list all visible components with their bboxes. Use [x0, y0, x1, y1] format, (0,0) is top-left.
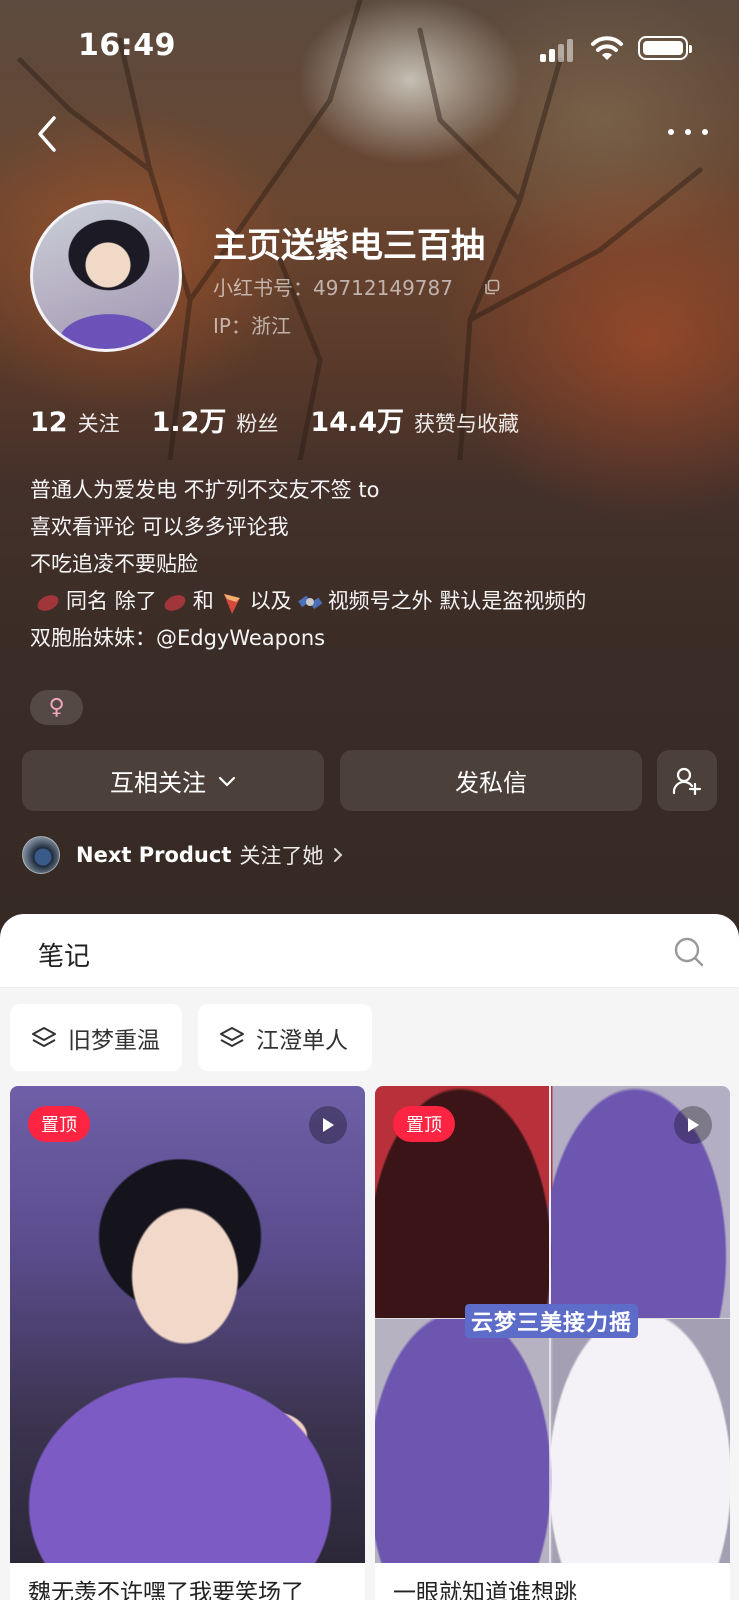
- search-icon[interactable]: [673, 936, 705, 968]
- bio-text: 双胞胎妹妹：: [30, 626, 156, 650]
- message-button[interactable]: 发私信: [340, 750, 642, 811]
- sweet-potato-emoji-icon: [223, 593, 240, 614]
- ip-location: IP：浙江: [213, 314, 291, 338]
- profile-bio: 普通人为爱发电 不扩列不交友不签 to 喜欢看评论 可以多多评论我 不吃追凌不要…: [30, 472, 720, 657]
- satellite-emoji-icon: [297, 595, 323, 609]
- red-id: 小红书号：49712149787: [213, 276, 453, 300]
- stat-following[interactable]: 12 关注: [30, 407, 120, 438]
- layers-icon: [220, 1026, 244, 1047]
- note-cover-image-bottom: [375, 1319, 730, 1563]
- mention-link[interactable]: @EdgyWeapons: [156, 620, 325, 657]
- note-title: 魏无羡不许嘿了我要笑场了: [28, 1580, 304, 1600]
- collection-label: 江澄单人: [256, 1027, 348, 1054]
- tab-notes[interactable]: 笔记: [38, 936, 90, 973]
- follow-button[interactable]: 互相关注: [22, 750, 324, 811]
- stat-followers[interactable]: 1.2万 粉丝: [152, 400, 279, 439]
- stat-label: 粉丝: [236, 412, 279, 436]
- stat-value: 1.2万: [151, 407, 227, 438]
- bio-line: 喜欢看评论 可以多多评论我: [30, 515, 289, 539]
- follow-button-label: 互相关注: [110, 769, 206, 797]
- layers-icon: [32, 1026, 56, 1047]
- pinned-badge: 置顶: [393, 1106, 455, 1142]
- profile-stats: 12 关注 1.2万 粉丝 14.4万 获赞与收藏: [30, 400, 551, 438]
- tab-bar: 笔记: [0, 914, 739, 988]
- profile-actions: 互相关注 发私信: [22, 750, 717, 811]
- chevron-right-icon: [334, 848, 343, 862]
- follower-avatar: [22, 836, 60, 874]
- followed-by-text: 关注了她: [239, 844, 324, 868]
- status-time: 16:49: [78, 28, 176, 63]
- play-icon: [309, 1106, 347, 1144]
- bio-line: 同名 除了 和 以及 视频号之外 默认是盗视频的: [30, 583, 720, 620]
- note-card[interactable]: 置顶 魏无羡不许嘿了我要笑场了: [10, 1086, 365, 1600]
- chevron-down-icon: [218, 776, 236, 786]
- stat-label: 关注: [77, 412, 120, 436]
- wifi-icon: [591, 36, 623, 60]
- message-button-label: 发私信: [455, 769, 527, 797]
- followed-by-row[interactable]: Next Product 关注了她: [22, 836, 343, 874]
- stat-value: 12: [30, 407, 68, 438]
- copy-icon[interactable]: [484, 279, 500, 295]
- collection-chip[interactable]: 旧梦重温: [10, 1004, 182, 1071]
- red-bean-emoji-icon: [37, 594, 59, 611]
- back-arrow-icon[interactable]: [30, 112, 66, 156]
- stat-value: 14.4万: [310, 407, 405, 438]
- note-cover-image: [10, 1086, 365, 1563]
- collection-chip[interactable]: 江澄单人: [198, 1004, 372, 1071]
- bio-line: 双胞胎妹妹： @EdgyWeapons: [30, 620, 720, 657]
- bio-text: 以及: [249, 589, 292, 613]
- bio-line: 普通人为爱发电 不扩列不交友不签 to: [30, 478, 380, 502]
- cover-overlay-text: 云梦三美接力摇: [465, 1304, 639, 1338]
- add-user-icon: [672, 767, 702, 795]
- battery-icon: [638, 36, 692, 60]
- collection-label: 旧梦重温: [68, 1027, 160, 1054]
- bio-text: 同名 除了: [66, 589, 157, 613]
- bio-text: 和: [192, 589, 214, 613]
- bio-text: 视频号之外 默认是盗视频的: [327, 589, 587, 613]
- play-icon: [674, 1106, 712, 1144]
- status-bar: 16:49: [0, 0, 739, 96]
- stat-label: 获赞与收藏: [414, 412, 520, 436]
- note-card[interactable]: 置顶 云梦三美接力摇 一眼就知道谁想跳: [375, 1086, 730, 1600]
- follower-name: Next Product: [76, 843, 232, 867]
- bio-line: 不吃追凌不要贴脸: [30, 552, 198, 576]
- note-title: 一眼就知道谁想跳: [393, 1580, 577, 1600]
- avatar[interactable]: [30, 200, 182, 352]
- add-friend-button[interactable]: [657, 750, 717, 811]
- pinned-badge: 置顶: [28, 1106, 90, 1142]
- stat-likes-collects[interactable]: 14.4万 获赞与收藏: [310, 400, 519, 439]
- more-options-icon[interactable]: [666, 124, 710, 140]
- content-panel: 笔记 旧梦重温 江澄单人 置顶 魏无羡不许嘿了我要笑场了 置顶 云梦三美接力摇 …: [0, 914, 739, 1600]
- profile-nickname: 主页送紫电三百抽: [213, 226, 485, 266]
- red-bean-emoji-icon: [164, 594, 186, 611]
- gender-badge: ♀: [30, 690, 83, 725]
- signal-icon: [540, 38, 574, 62]
